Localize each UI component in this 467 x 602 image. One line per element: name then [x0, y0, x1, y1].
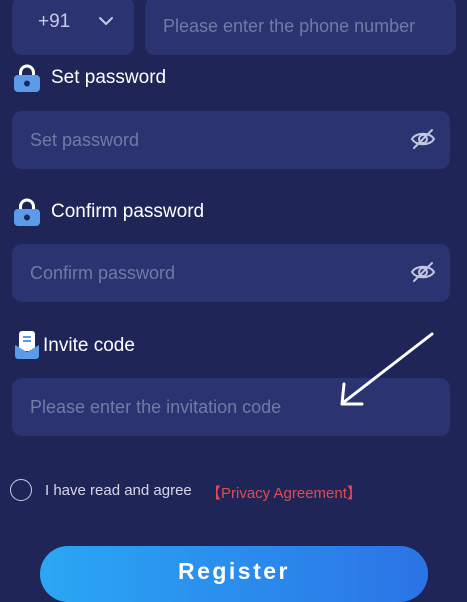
- set-password-field[interactable]: [12, 111, 450, 169]
- privacy-agreement-link[interactable]: 【Privacy Agreement】: [206, 482, 362, 503]
- phone-number-field[interactable]: [145, 0, 456, 55]
- agree-text: I have read and agree: [45, 482, 192, 499]
- country-code-select[interactable]: +91: [12, 0, 134, 55]
- chevron-down-icon: [99, 17, 113, 25]
- lock-icon: [14, 64, 40, 92]
- confirm-password-label: Confirm password: [51, 201, 205, 222]
- invite-code-icon: [15, 331, 39, 359]
- invite-code-label: Invite code: [43, 335, 135, 356]
- agree-radio[interactable]: [10, 479, 32, 501]
- phone-number-input[interactable]: [145, 0, 456, 55]
- eye-off-icon[interactable]: [410, 128, 436, 150]
- lock-icon: [14, 198, 40, 226]
- eye-off-icon[interactable]: [410, 261, 436, 283]
- confirm-password-field[interactable]: [12, 244, 450, 302]
- set-password-label: Set password: [51, 67, 167, 88]
- country-code-value: +91: [38, 11, 71, 32]
- confirm-password-input[interactable]: [12, 244, 450, 302]
- register-button[interactable]: Register: [40, 546, 428, 602]
- arrow-annotation: [340, 332, 434, 406]
- set-password-input[interactable]: [12, 111, 450, 169]
